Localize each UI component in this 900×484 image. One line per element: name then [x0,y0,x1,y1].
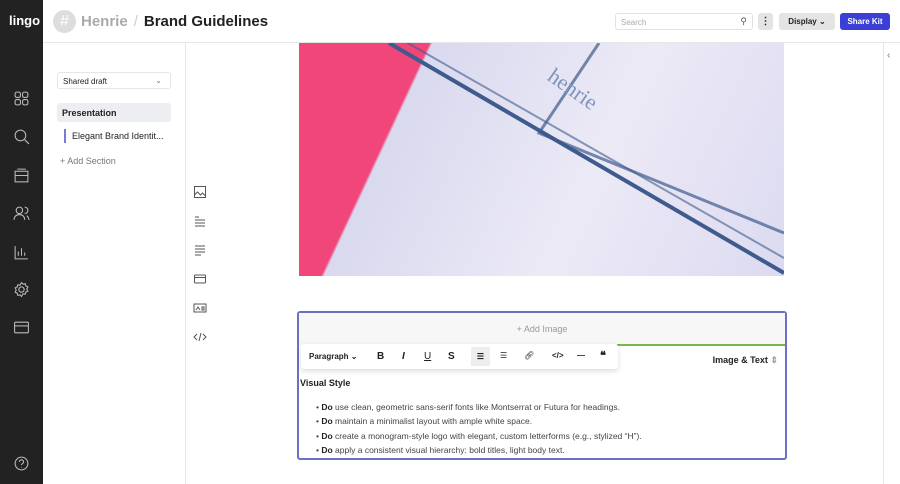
draft-label: Shared draft [63,77,108,86]
list-item: Do maintain a minimalist layout with amp… [316,414,642,428]
list-item: Do use clean, geometric sans-serif fonts… [316,400,642,414]
chevron-left-icon[interactable]: ‹ [887,50,890,61]
strikethrough-button[interactable]: S [448,351,455,362]
outline-panel: Shared draft ⌄ Presentation Elegant Brand… [43,43,186,484]
bullet-bold: Do [321,444,333,455]
chevron-updown-icon: ⇕ [770,355,778,365]
lingo-logo[interactable]: lingo [9,13,40,28]
code-block-icon[interactable] [193,330,207,344]
svg-text:henrie: henrie [543,63,602,115]
app-rail: lingo [0,0,43,484]
search-placeholder: Search [621,18,647,27]
add-image-button[interactable]: + Add Image [299,313,785,346]
bullet-list[interactable]: Do use clean, geometric sans-serif fonts… [316,400,642,457]
outline-presentation[interactable]: Presentation [57,103,171,122]
list-item: Do create a monogram-style logo with ele… [316,429,642,443]
display-button[interactable]: Display ⌄ [779,13,835,30]
bullet-list-button[interactable]: ☰ [471,347,490,366]
format-toolbar: Paragraph ⌄ B I U S ☰ ☰ 🔗︎ </> — ❝ [301,344,618,369]
card-block-icon[interactable] [193,272,207,286]
breadcrumb: Henrie / Brand Guidelines [81,13,268,30]
media-block-icon[interactable] [193,301,207,315]
display-label: Display [788,17,817,26]
chart-icon[interactable] [13,244,30,261]
text-block-icon[interactable] [193,243,207,257]
page-title: Brand Guidelines [143,13,269,30]
breadcrumb-org[interactable]: Henrie [81,13,128,30]
help-icon[interactable] [13,455,30,472]
billing-icon[interactable] [13,319,30,336]
more-button[interactable]: ⋮ [758,13,773,30]
users-icon[interactable] [13,205,30,222]
add-section-button[interactable]: + Add Section [60,156,116,166]
pillow-illustration: henrie [387,43,784,275]
bullet-text: use clean, geometric sans-serif fonts li… [332,402,620,412]
list-item: Do apply a consistent visual hierarchy: … [316,443,642,457]
bold-button[interactable]: B [377,351,384,362]
progress-bar [617,344,785,346]
add-image-label: Add Image [523,324,568,334]
bullet-bold: Do [321,430,333,441]
image-block-icon[interactable] [193,185,207,199]
numbered-list-button[interactable]: ☰ [500,351,507,360]
code-button[interactable]: </> [552,351,564,360]
bullet-bold: Do [321,416,333,427]
divider-button[interactable]: — [577,351,585,360]
paragraph-select[interactable]: Paragraph ⌄ [309,352,358,361]
italic-button[interactable]: I [402,351,405,362]
share-kit-button[interactable]: Share Kit [840,13,890,30]
bullet-bold: Do [321,402,333,412]
bullet-text: apply a consistent visual hierarchy: bol… [332,444,565,455]
layout-select[interactable]: Image & Text ⇕ [713,355,778,366]
underline-button[interactable]: U [424,351,431,362]
grid-icon[interactable] [13,90,30,107]
chevron-down-icon: ⌄ [819,17,826,26]
breadcrumb-separator: / [133,13,138,30]
archive-icon[interactable] [13,167,30,184]
paragraph-label: Paragraph [309,352,349,361]
bullet-text: create a monogram-style logo with elegan… [332,430,642,441]
block-heading[interactable]: Visual Style [300,378,350,388]
outline-section[interactable]: Elegant Brand Identit... [64,129,170,143]
image-text-block[interactable]: + Add Image Paragraph ⌄ B I U S ☰ ☰ 🔗︎ <… [297,311,787,460]
pillow-image[interactable]: henrie [299,43,784,276]
bullet-text: maintain a minimalist layout with ample … [332,416,533,427]
search-icon: ⚲ [740,16,747,26]
quote-button[interactable]: ❝ [600,349,606,362]
add-section-label: Add Section [67,156,116,166]
layout-label: Image & Text [712,355,768,365]
heading-block-icon[interactable] [193,214,207,228]
header: # Henrie / Brand Guidelines Search ⚲ ⋮ Disp… [43,0,900,43]
draft-select[interactable]: Shared draft ⌄ [57,72,171,89]
gear-icon[interactable] [13,281,30,298]
chevron-down-icon: ⌄ [155,76,162,85]
search-input[interactable]: Search ⚲ [615,13,753,30]
org-avatar[interactable]: # [53,10,76,33]
search-icon[interactable] [13,128,30,145]
right-panel-divider [883,43,884,484]
link-button[interactable]: 🔗︎ [524,351,534,360]
